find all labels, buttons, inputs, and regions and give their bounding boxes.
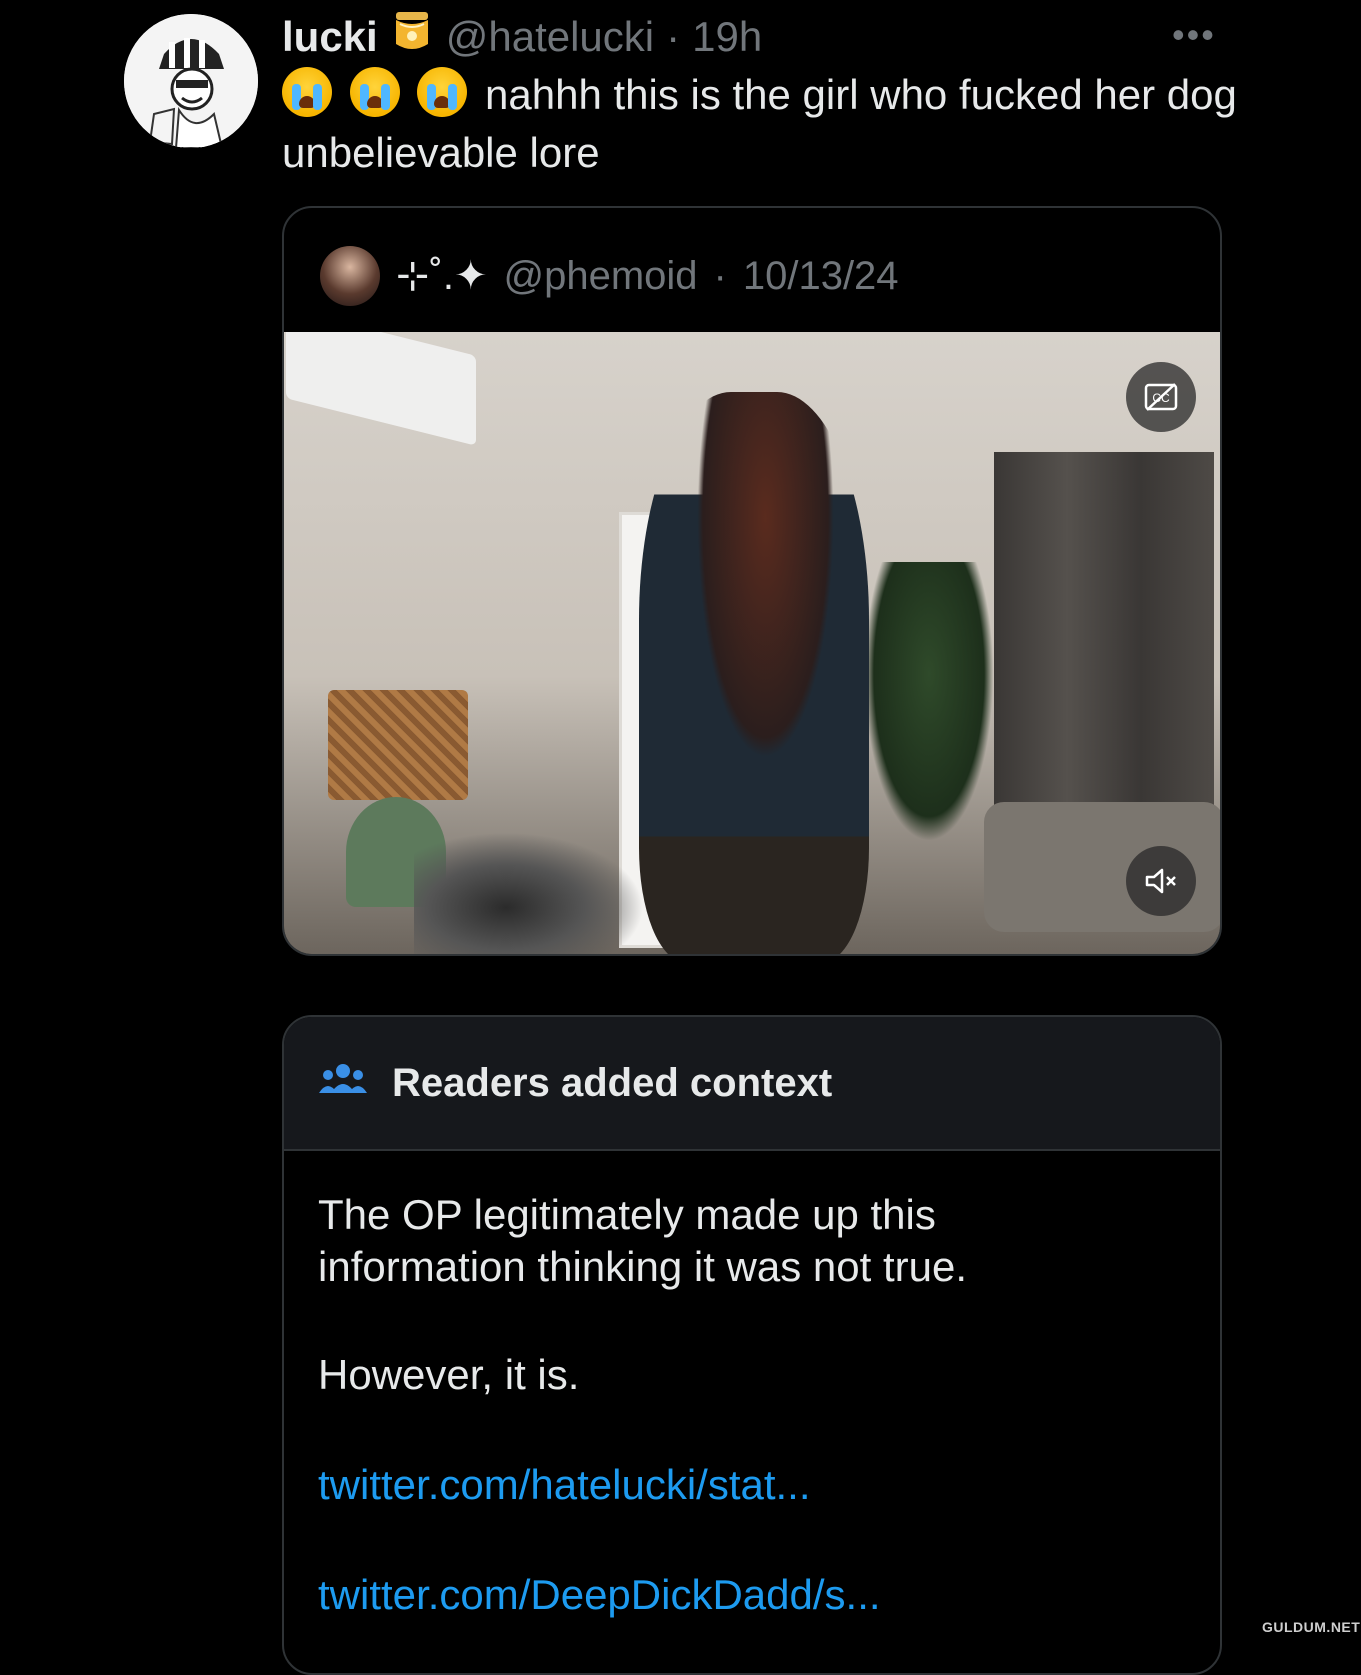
community-note-text-2: However, it is. xyxy=(318,1351,580,1398)
quoted-video-player[interactable]: CC xyxy=(284,332,1220,954)
community-note-header: Readers added context xyxy=(284,1017,1220,1151)
speaker-muted-icon[interactable] xyxy=(1126,846,1196,916)
video-scene-ac-unit xyxy=(286,332,476,446)
loudly-crying-face-icon xyxy=(349,67,400,117)
honey-pot-icon xyxy=(390,10,434,64)
video-scene-person xyxy=(639,392,869,954)
captions-off-icon[interactable]: CC xyxy=(1126,362,1196,432)
loudly-crying-face-icon xyxy=(417,67,468,117)
community-note-link-2[interactable]: twitter.com/DeepDickDadd/s... xyxy=(318,1569,1186,1621)
author-avatar[interactable] xyxy=(124,14,258,148)
author-handle[interactable]: @hatelucki xyxy=(446,13,654,61)
separator-dot: · xyxy=(713,253,727,298)
community-note-title: Readers added context xyxy=(392,1060,833,1105)
quoted-author-name[interactable]: ⊹˚.✦ xyxy=(396,253,487,299)
quoted-author-avatar[interactable] xyxy=(320,246,380,306)
video-scene-plant xyxy=(864,562,994,842)
video-scene-lamp-shade xyxy=(328,690,468,800)
quoted-tweet-header: ⊹˚.✦ @phemoid · 10/13/24 xyxy=(320,246,899,306)
quoted-tweet-date[interactable]: 10/13/24 xyxy=(743,254,899,299)
separator-dot: · xyxy=(666,13,681,60)
community-note-body: The OP legitimately made up this informa… xyxy=(284,1151,1220,1621)
more-options-icon[interactable]: ••• xyxy=(1172,14,1216,56)
loudly-crying-face-icon xyxy=(282,67,332,117)
author-name[interactable]: lucki xyxy=(282,13,378,61)
tweet-header: lucki @hatelucki · 19h xyxy=(282,8,762,66)
people-group-icon xyxy=(318,1061,368,1106)
tweet-time[interactable]: 19h xyxy=(692,13,762,61)
quoted-author-handle[interactable]: @phemoid xyxy=(503,254,697,299)
community-note-card: Readers added context The OP legitimatel… xyxy=(282,1015,1222,1675)
quoted-tweet-card[interactable]: ⊹˚.✦ @phemoid · 10/13/24 CC xyxy=(282,206,1222,956)
video-scene-curtain xyxy=(994,452,1214,852)
video-scene-floor-items xyxy=(414,832,644,954)
community-note-link-1[interactable]: twitter.com/hatelucki/stat... xyxy=(318,1459,1186,1511)
avatar-illustration xyxy=(124,14,258,148)
watermark: GULDUM.NET xyxy=(1262,1619,1361,1635)
tweet-text: nahhh this is the girl who fucked her do… xyxy=(282,66,1242,182)
community-note-text: The OP legitimately made up this informa… xyxy=(318,1191,967,1290)
